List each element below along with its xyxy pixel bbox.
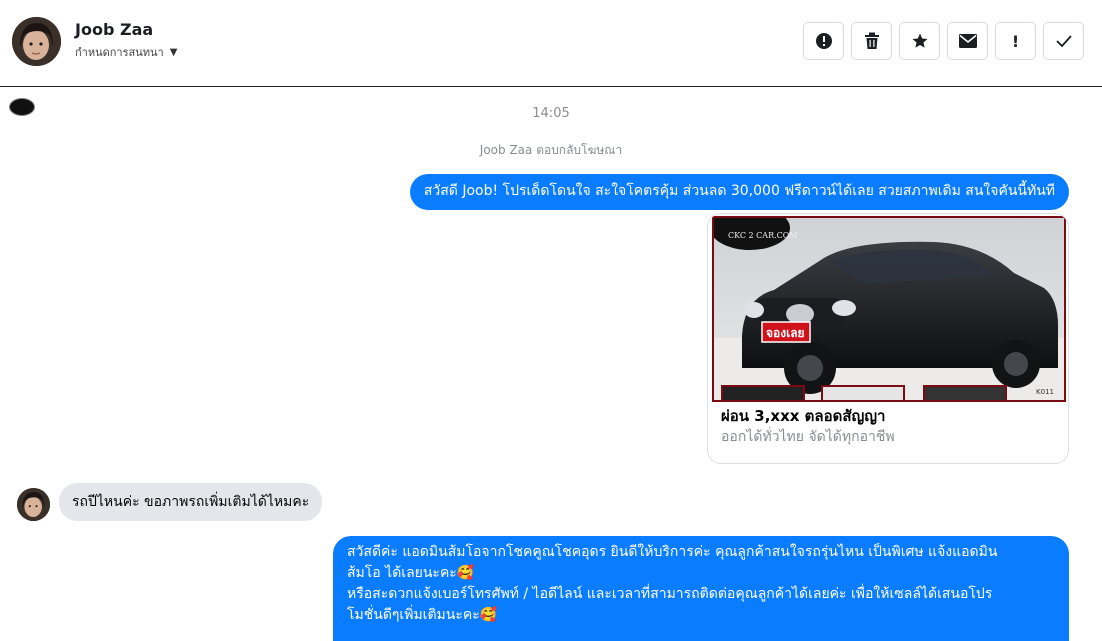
- ad-subtitle: ออกได้ทั่วไทย จัดได้ทุกอาชีพ: [721, 429, 895, 445]
- contact-avatar-small[interactable]: [17, 488, 50, 521]
- alert-circle-icon: [815, 33, 832, 49]
- conversation-header: Joob Zaa กำหนดการสนทนา ▼ !: [0, 0, 1102, 87]
- caret-down-icon: ▼: [169, 46, 178, 58]
- important-button[interactable]: !: [995, 22, 1036, 60]
- message-line: ส้มโอ ได้เลยนะคะ🥰: [347, 565, 475, 581]
- outgoing-message-2[interactable]: สวัสดีค่ะ แอดมินส้มโอจากโชคคูณโชคอุดร ยิ…: [333, 536, 1069, 641]
- ad-title[interactable]: ผ่อน 3,xxx ตลอดสัญญา: [721, 404, 885, 428]
- delete-button[interactable]: [851, 22, 892, 60]
- ad-image[interactable]: CKC 2 CAR.COM จองเลย K011: [712, 216, 1066, 402]
- message-timestamp: 14:05: [532, 106, 570, 121]
- message-line: หรือสะดวกแจ้งเบอร์โทรศัพท์ / ไอดีไลน์ แล…: [347, 586, 993, 602]
- conversation-options[interactable]: กำหนดการสนทนา ▼: [75, 43, 177, 61]
- message-line: สวัสดีค่ะ แอดมินส้มโอจากโชคคูณโชคอุดร ยิ…: [347, 544, 998, 560]
- exclamation-icon: !: [1011, 31, 1020, 51]
- incoming-message[interactable]: รถปีไหนค่ะ ขอภาพรถเพิ่มเติมได้ไหมคะ: [59, 483, 323, 521]
- conversation-toolbar: !: [803, 22, 1084, 60]
- message-line: โมชั่นดีๆเพิ่มเติมนะคะ🥰: [347, 607, 498, 623]
- ad-image-brand: CKC 2 CAR.COM: [728, 231, 798, 240]
- outgoing-message[interactable]: สวัสดี Joob! โปรเด็ดโดนใจ สะใจโคตรคุ้ม ส…: [409, 174, 1069, 210]
- contact-avatar[interactable]: [12, 17, 61, 66]
- star-button[interactable]: [899, 22, 940, 60]
- check-icon: [1055, 35, 1072, 47]
- ad-attachment-card[interactable]: CKC 2 CAR.COM จองเลย K011 ผ่อน 3,xxx ตลอ…: [707, 213, 1069, 464]
- done-button[interactable]: [1043, 22, 1084, 60]
- trash-icon: [864, 32, 879, 49]
- conversation-options-label: กำหนดการสนทนา: [75, 46, 164, 59]
- reply-context-note: Joob Zaa ตอบกลับโฆษณา: [479, 143, 623, 157]
- mail-icon: [958, 34, 977, 48]
- report-button[interactable]: [803, 22, 844, 60]
- ad-image-code: K011: [1036, 388, 1054, 396]
- star-icon: [912, 33, 927, 48]
- contact-name[interactable]: Joob Zaa: [75, 20, 153, 39]
- mark-unread-button[interactable]: [947, 22, 988, 60]
- ad-image-badge: จองเลย: [766, 326, 805, 340]
